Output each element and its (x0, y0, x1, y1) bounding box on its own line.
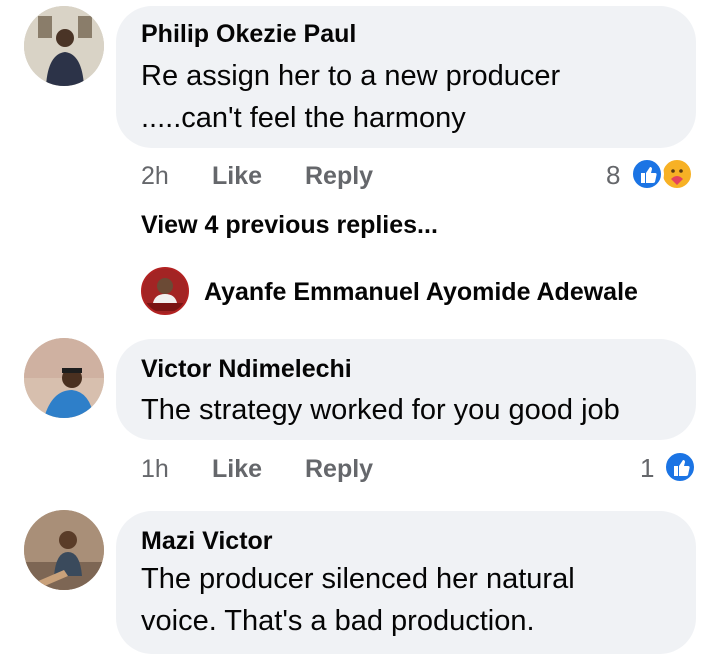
comment-timestamp[interactable]: 2h (141, 162, 169, 191)
like-button[interactable]: Like (212, 455, 262, 484)
comment-timestamp[interactable]: 1h (141, 455, 169, 484)
like-button[interactable]: Like (212, 162, 262, 191)
avatar[interactable] (24, 510, 104, 590)
person-icon (143, 269, 187, 313)
like-icon[interactable] (630, 157, 664, 191)
avatar[interactable] (141, 267, 189, 315)
comment-text: Re assign her to a new producer .....can… (141, 60, 561, 134)
reply-button[interactable]: Reply (305, 455, 373, 484)
person-icon (24, 338, 104, 418)
reply-button[interactable]: Reply (305, 162, 373, 191)
comment-author[interactable]: Mazi Victor (141, 527, 273, 556)
view-previous-replies[interactable]: View 4 previous replies... (141, 211, 438, 240)
reaction-count[interactable]: 1 (640, 453, 654, 484)
person-icon (24, 6, 104, 86)
avatar[interactable] (24, 338, 104, 418)
reaction-count[interactable]: 8 (606, 160, 620, 191)
comment-text: The strategy worked for you good job (141, 394, 620, 426)
care-icon[interactable] (660, 157, 694, 191)
person-icon (24, 510, 104, 590)
comment-author[interactable]: Philip Okezie Paul (141, 20, 356, 49)
like-icon[interactable] (663, 450, 697, 484)
avatar[interactable] (24, 6, 104, 86)
comment-author[interactable]: Victor Ndimelechi (141, 355, 352, 384)
comment-text: The producer silenced her natural voice.… (141, 563, 575, 637)
reply-author[interactable]: Ayanfe Emmanuel Ayomide Adewale (204, 278, 638, 307)
